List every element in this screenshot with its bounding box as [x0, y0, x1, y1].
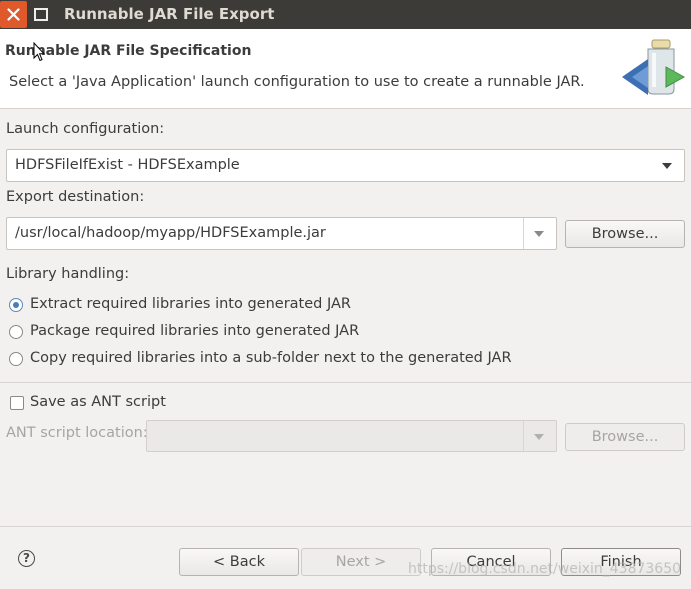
- back-button[interactable]: < Back: [179, 548, 299, 576]
- radio-package-libraries[interactable]: [9, 325, 23, 339]
- ant-browse-button[interactable]: Browse...: [565, 423, 685, 451]
- combo-separator: [523, 218, 524, 249]
- page-description: Select a 'Java Application' launch confi…: [9, 74, 585, 90]
- save-ant-script-checkbox[interactable]: [10, 396, 24, 410]
- section-divider: [0, 382, 691, 383]
- footer-divider: [0, 526, 691, 527]
- mouse-cursor-icon: [33, 42, 45, 62]
- chevron-down-icon: [662, 163, 672, 169]
- radio-copy-libraries[interactable]: [9, 352, 23, 366]
- radio-extract-libraries[interactable]: [9, 298, 23, 312]
- launch-configuration-label: Launch configuration:: [6, 121, 165, 137]
- radio-extract-libraries-label[interactable]: Extract required libraries into generate…: [30, 296, 351, 312]
- export-destination-value: /usr/local/hadoop/myapp/HDFSExample.jar: [15, 225, 326, 241]
- radio-copy-libraries-label[interactable]: Copy required libraries into a sub-folde…: [30, 350, 512, 366]
- maximize-button[interactable]: [34, 8, 48, 21]
- chevron-down-icon[interactable]: [534, 434, 544, 440]
- radio-package-libraries-label[interactable]: Package required libraries into generate…: [30, 323, 359, 339]
- export-destination-label: Export destination:: [6, 189, 145, 205]
- launch-configuration-value: HDFSFileIfExist - HDFSExample: [15, 157, 240, 173]
- help-icon[interactable]: ?: [18, 550, 35, 567]
- library-handling-label: Library handling:: [6, 266, 130, 282]
- next-button[interactable]: Next >: [301, 548, 421, 576]
- window-title: Runnable JAR File Export: [64, 5, 275, 23]
- jar-export-icon: [622, 39, 686, 95]
- export-destination-input[interactable]: /usr/local/hadoop/myapp/HDFSExample.jar: [6, 217, 557, 250]
- close-button[interactable]: [0, 1, 27, 28]
- title-bar: Runnable JAR File Export: [0, 0, 691, 29]
- watermark-text: https://blog.csdn.net/weixin_43873650: [408, 561, 682, 577]
- ant-script-location-label: ANT script location:: [6, 425, 148, 441]
- launch-configuration-select[interactable]: HDFSFileIfExist - HDFSExample: [6, 149, 685, 182]
- chevron-down-icon[interactable]: [534, 231, 544, 237]
- save-ant-script-label[interactable]: Save as ANT script: [30, 394, 166, 410]
- close-icon: [7, 8, 20, 21]
- export-browse-button[interactable]: Browse...: [565, 220, 685, 248]
- ant-script-location-input[interactable]: [146, 420, 557, 452]
- header-banner: Runnable JAR File Specification Select a…: [0, 29, 691, 109]
- combo-separator: [523, 421, 524, 451]
